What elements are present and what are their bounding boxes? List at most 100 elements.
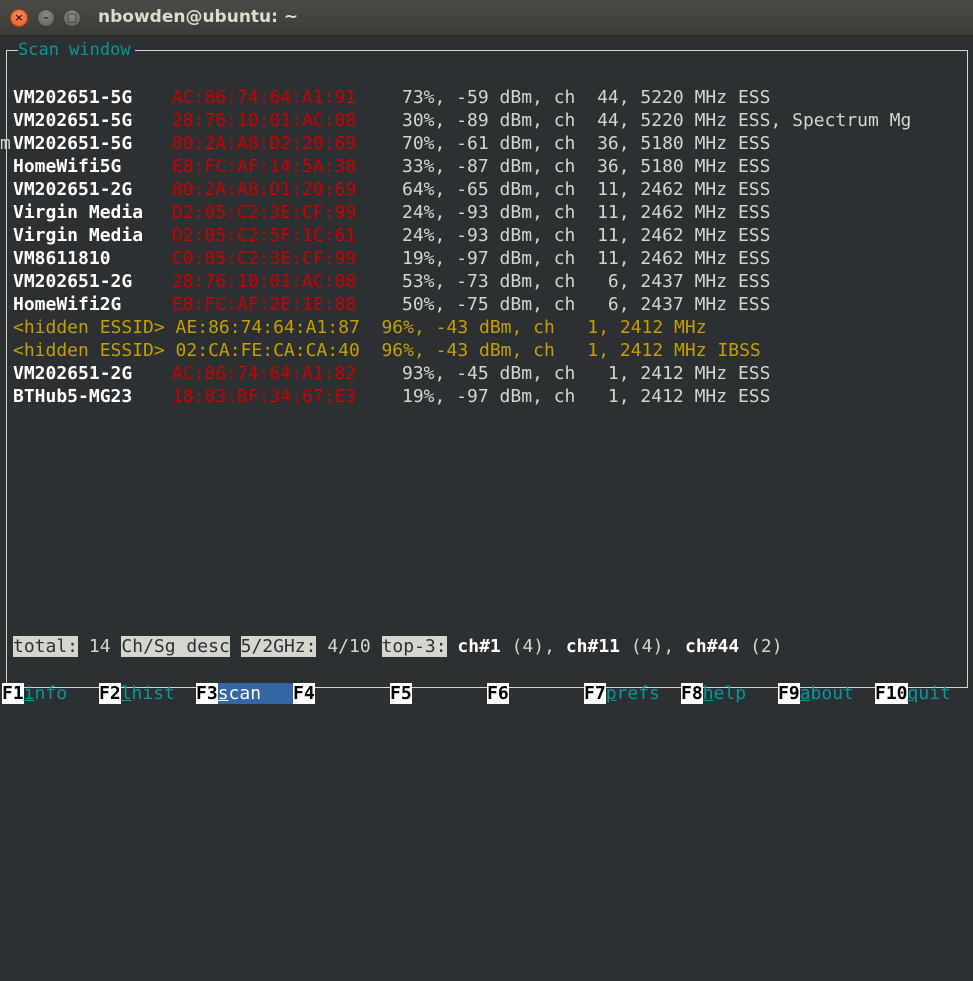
band-value: 4/10 [327,636,371,657]
mac-address: 80:2A:A8:D2:20:69 [172,133,357,154]
fkey-number: F3 [196,683,218,704]
network-row[interactable]: Virgin Media D2:05:C2:5F:1C:61 24%, -93 dB… [0,224,770,247]
essid: VM202651-2G [13,363,133,384]
essid: BTHub5-MG23 [13,386,133,407]
minimize-window-button[interactable]: – [37,9,55,27]
fkey-accelerator: q [907,683,919,704]
f6-key[interactable]: F6 [487,681,509,706]
fkey-label: bout [810,683,854,704]
mac-address: E8:FC:AF:2E:1E:88 [172,294,357,315]
fkey-number: F5 [390,683,412,704]
mac-address: C0:05:C2:3E:CF:99 [172,248,357,269]
f9-about-key[interactable]: F9about [778,681,854,706]
window-title: nbowden@ubuntu: ~ [98,7,299,27]
essid: Virgin Media [13,202,144,223]
fkey-label: uit [918,683,951,704]
signal-info: 19%, -97 dBm, ch 11, 2462 MHz ESS [402,248,771,269]
f4-key[interactable]: F4 [293,681,315,706]
network-row[interactable]: HomeWifi2G E8:FC:AF:2E:1E:88 50%, -75 dBm,… [0,293,770,316]
maximize-window-button[interactable]: □ [63,9,81,27]
status-bar: total: 14 Ch/Sg desc 5/2GHz: 4/10 top-3:… [13,634,783,660]
close-window-button[interactable]: × [10,9,28,27]
signal-info: 24%, -93 dBm, ch 11, 2462 MHz ESS [402,225,771,246]
f8-help-key[interactable]: F8help [681,681,746,706]
signal-info: 73%, -59 dBm, ch 44, 5220 MHz ESS [402,87,771,108]
essid: VM202651-5G [13,133,133,154]
essid: VM202651-2G [13,271,133,292]
fkey-accelerator: p [605,683,617,704]
mac-address: 28:76:10:01:AC:08 [172,110,357,131]
f3-scan-key[interactable]: F3scan [196,681,294,706]
network-row[interactable]: Virgin Media D2:05:C2:3E:CF:99 24%, -93 dB… [0,201,770,224]
band-label: 5/2GHz: [240,636,317,657]
fkey-number: F7 [584,683,606,704]
mac-address: D2:05:C2:3E:CF:99 [172,202,357,223]
fkey-number: F2 [99,683,121,704]
top2-count: (4), [630,636,675,657]
fkey-accelerator: h [702,683,714,704]
fkey-accelerator: s [217,683,229,704]
mac-address: D2:05:C2:5F:1C:61 [172,225,357,246]
fkey-label: can [228,683,262,704]
network-row[interactable]: m VM202651-5G 80:2A:A8:D2:20:69 70%, -61 dB… [0,132,770,155]
top3-channel: ch#44 [685,636,740,657]
f1-info-key[interactable]: F1info [2,681,67,706]
essid: VM202651-5G [13,87,133,108]
network-row[interactable]: VM202651-2G 28:76:10:01:AC:00 53%, -73 dBm… [0,270,770,293]
fkey-accelerator: i [23,683,35,704]
fkey-label: nfo [34,683,68,704]
total-label: total: [13,636,79,657]
signal-info: 30%, -89 dBm, ch 44, 5220 MHz ESS, Spect… [402,110,912,131]
mac-address: E8:FC:AF:14:5A:38 [172,156,357,177]
f7-prefs-key[interactable]: F7prefs [584,681,660,706]
signal-info: 50%, -75 dBm, ch 6, 2437 MHz ESS [402,294,771,315]
signal-info: 19%, -97 dBm, ch 1, 2412 MHz ESS [402,386,771,407]
top3-count: (2) [750,636,783,657]
signal-info: 53%, -73 dBm, ch 6, 2437 MHz ESS [402,271,771,292]
terminal-area[interactable]: Scan window VM202651-5G AC:86:74:64:A1:91… [0,36,973,706]
fkey-label: hist [131,683,175,704]
mac-address: AC:86:74:64:A1:82 [172,363,357,384]
f10-quit-key[interactable]: F10quit [875,681,951,706]
signal-info: 70%, -61 dBm, ch 36, 5180 MHz ESS [402,133,771,154]
fkey-number: F1 [2,683,24,704]
sort-order-label: Ch/Sg desc [121,636,230,657]
essid: HomeWifi5G [13,156,122,177]
window-titlebar: × – □ nbowden@ubuntu: ~ [0,0,973,36]
f2-lhist-key[interactable]: F2lhist [99,681,175,706]
total-value: 14 [88,636,111,657]
essid: VM202651-5G [13,110,133,131]
mac-address: 28:76:10:01:AC:00 [172,271,357,292]
network-row[interactable]: VM8611810 C0:05:C2:3E:CF:99 19%, -97 dBm, … [0,247,770,270]
fkey-number: F8 [681,683,703,704]
scan-window-title: Scan window [12,40,135,60]
network-row[interactable]: VM202651-5G 28:76:10:01:AC:08 30%, -89 dBm… [0,109,911,132]
signal-info: 24%, -93 dBm, ch 11, 2462 MHz ESS [402,202,771,223]
essid: Virgin Media [13,225,144,246]
essid: VM8611810 [13,248,111,269]
f5-key[interactable]: F5 [390,681,412,706]
fkey-number: F4 [293,683,315,704]
network-row[interactable]: VM202651-2G 80:2A:A8:D1:20:69 64%, -65 dBm… [0,178,770,201]
mac-address: AC:86:74:64:A1:91 [172,87,357,108]
top1-channel: ch#1 [457,636,501,657]
function-key-bar: F1info F2lhist F3scan F4 F5 F6 F7prefs F… [0,681,951,706]
top-channels-label: top-3: [381,636,447,657]
signal-info: 93%, -45 dBm, ch 1, 2412 MHz ESS [402,363,771,384]
network-row[interactable]: HomeWifi5G E8:FC:AF:14:5A:38 33%, -87 dBm,… [0,155,770,178]
signal-info: 64%, -65 dBm, ch 11, 2462 MHz ESS [402,179,771,200]
essid: VM202651-2G [13,179,133,200]
network-row[interactable]: VM202651-5G AC:86:74:64:A1:91 73%, -59 dBm… [0,86,770,109]
hidden-network-row[interactable]: <hidden ESSID> AE:86:74:64:A1:87 96%, -4… [13,316,707,339]
mac-address: 80:2A:A8:D1:20:69 [172,179,357,200]
top1-count: (4), [511,636,555,657]
essid: HomeWifi2G [13,294,122,315]
signal-info: 33%, -87 dBm, ch 36, 5180 MHz ESS [402,156,771,177]
hidden-network-row[interactable]: <hidden ESSID> 02:CA:FE:CA:CA:40 96%, -4… [13,339,761,362]
network-row[interactable]: BTHub5-MG23 18:83:BF:34:67:E3 19%, -97 dBm… [0,385,770,408]
network-row[interactable]: VM202651-2G AC:86:74:64:A1:82 93%, -45 dBm… [0,362,770,385]
fkey-number: F9 [778,683,800,704]
row-marker: m [0,133,11,154]
fkey-accelerator: a [799,683,811,704]
fkey-accelerator: l [120,683,132,704]
